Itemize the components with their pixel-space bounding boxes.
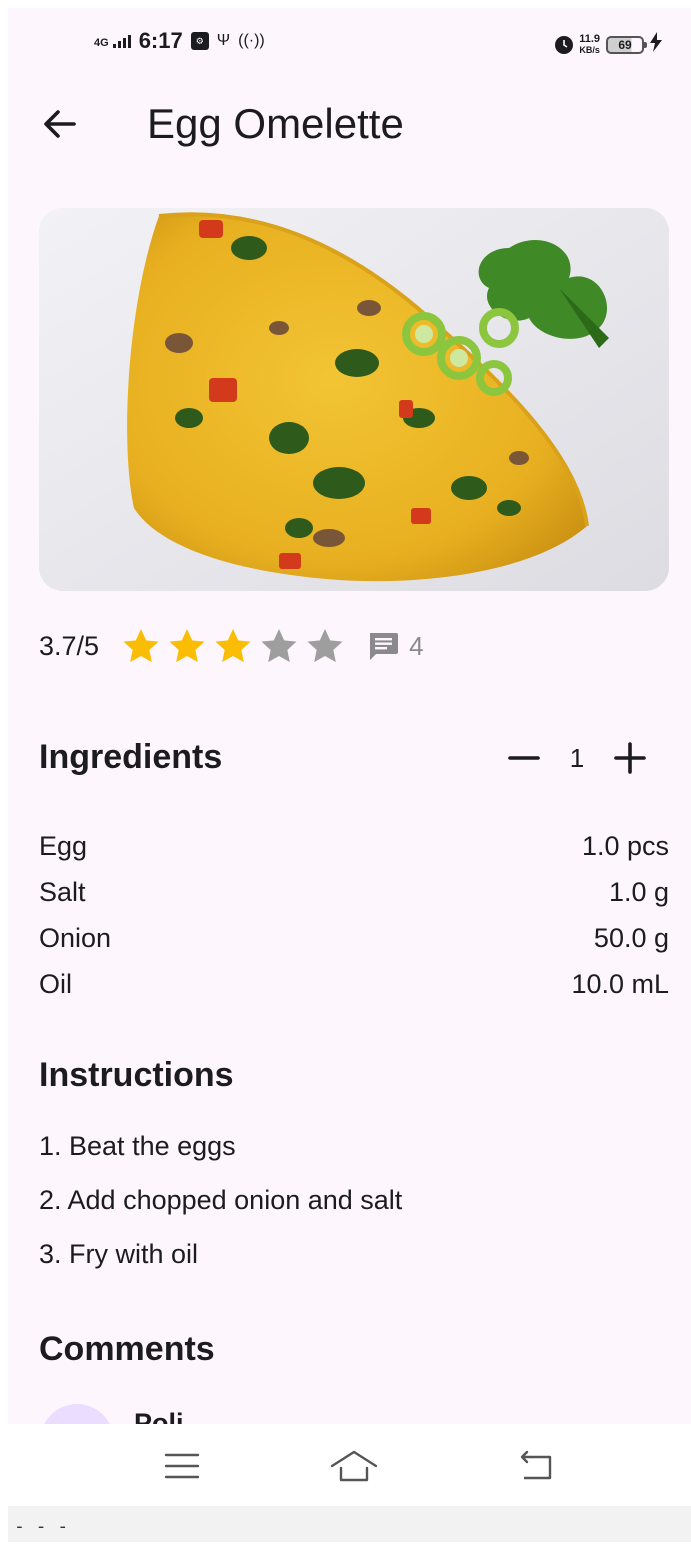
- page-title: Egg Omelette: [147, 100, 404, 147]
- comment-icon: [370, 633, 399, 660]
- ingredients-title: Ingredients: [39, 738, 223, 776]
- ingredient-amount: 50.0 g: [593, 923, 669, 953]
- comment-count[interactable]: 4: [367, 630, 424, 662]
- status-bar: 4G 6:17 ⚙ Ψ ((·)) 11.9 KB/s 69: [8, 8, 691, 80]
- usb-icon: Ψ: [216, 32, 231, 49]
- instruction-step: 2. Add chopped onion and salt: [39, 1185, 403, 1215]
- ingredient-name: Onion: [39, 923, 112, 953]
- battery-icon: 69: [606, 35, 647, 54]
- rating-row: 3.7/5 4: [39, 622, 424, 670]
- nav-back-button[interactable]: [512, 1442, 560, 1490]
- star-icon: [307, 629, 343, 663]
- home-button[interactable]: [328, 1442, 378, 1490]
- menu-button[interactable]: [158, 1442, 206, 1490]
- star-icon: [123, 629, 159, 663]
- ingredient-row: Salt 1.0 g: [39, 872, 669, 918]
- ingredient-row: Oil 10.0 mL: [39, 964, 669, 1010]
- ingredient-list: Egg 1.0 pcs Salt 1.0 g Onion 50.0 g Oil …: [39, 826, 669, 1010]
- servings-stepper: 1: [502, 736, 652, 780]
- bottom-strip: - - -: [8, 1506, 691, 1542]
- decrease-servings-button[interactable]: [502, 736, 546, 780]
- rating-text: 3.7/5: [39, 630, 100, 661]
- instruction-step: 3. Fry with oil: [39, 1239, 199, 1269]
- system-nav-bar: [8, 1424, 691, 1506]
- usb-settings-icon: ⚙: [190, 32, 209, 50]
- hotspot-icon: ((·)): [238, 32, 265, 49]
- star-rating: [121, 626, 345, 666]
- ingredient-amount: 1.0 g: [608, 877, 669, 907]
- speed-value: 11.9: [579, 32, 600, 45]
- ingredient-name: Salt: [39, 877, 86, 907]
- instruction-step: 1. Beat the eggs: [39, 1131, 236, 1161]
- arrow-back-icon: [44, 110, 76, 138]
- status-time: 6:17: [138, 28, 183, 53]
- minus-icon: [508, 756, 540, 760]
- star-icon: [169, 629, 205, 663]
- charging-icon: [650, 32, 662, 57]
- status-right: 11.9 KB/s 69: [555, 32, 662, 57]
- home-icon: [330, 1450, 378, 1482]
- star-icon: [215, 629, 251, 663]
- status-left: 4G 6:17 ⚙ Ψ ((·)): [94, 28, 265, 54]
- recipe-image: [39, 208, 669, 591]
- ingredient-name: Oil: [39, 969, 72, 999]
- signal-icon: 4G: [94, 34, 131, 49]
- top-app-bar: Egg Omelette: [8, 80, 691, 164]
- speed-unit: KB/s: [579, 44, 600, 55]
- comments-title: Comments: [39, 1330, 215, 1368]
- ingredient-amount: 10.0 mL: [571, 969, 669, 999]
- alarm-icon: [555, 35, 574, 54]
- ingredient-amount: 1.0 pcs: [581, 831, 669, 861]
- back-button[interactable]: [38, 102, 82, 146]
- plus-icon: [614, 742, 646, 774]
- comment-count-value: 4: [409, 630, 424, 661]
- network-speed: 11.9 KB/s: [579, 32, 600, 56]
- servings-count: 1: [569, 742, 585, 773]
- app-screen: 4G 6:17 ⚙ Ψ ((·)) 11.9 KB/s 69 Egg Omele…: [8, 8, 691, 1506]
- instructions-title: Instructions: [39, 1056, 234, 1094]
- star-icon: [261, 629, 297, 663]
- ingredient-name: Egg: [39, 831, 88, 861]
- menu-icon: [164, 1453, 200, 1479]
- network-type: 4G: [94, 36, 109, 49]
- back-icon: [520, 1450, 552, 1480]
- battery-level: 69: [618, 37, 632, 52]
- instruction-list: 1. Beat the eggs 2. Add chopped onion an…: [39, 1122, 669, 1284]
- ingredient-row: Onion 50.0 g: [39, 918, 669, 964]
- increase-servings-button[interactable]: [608, 736, 652, 780]
- ingredient-row: Egg 1.0 pcs: [39, 826, 669, 872]
